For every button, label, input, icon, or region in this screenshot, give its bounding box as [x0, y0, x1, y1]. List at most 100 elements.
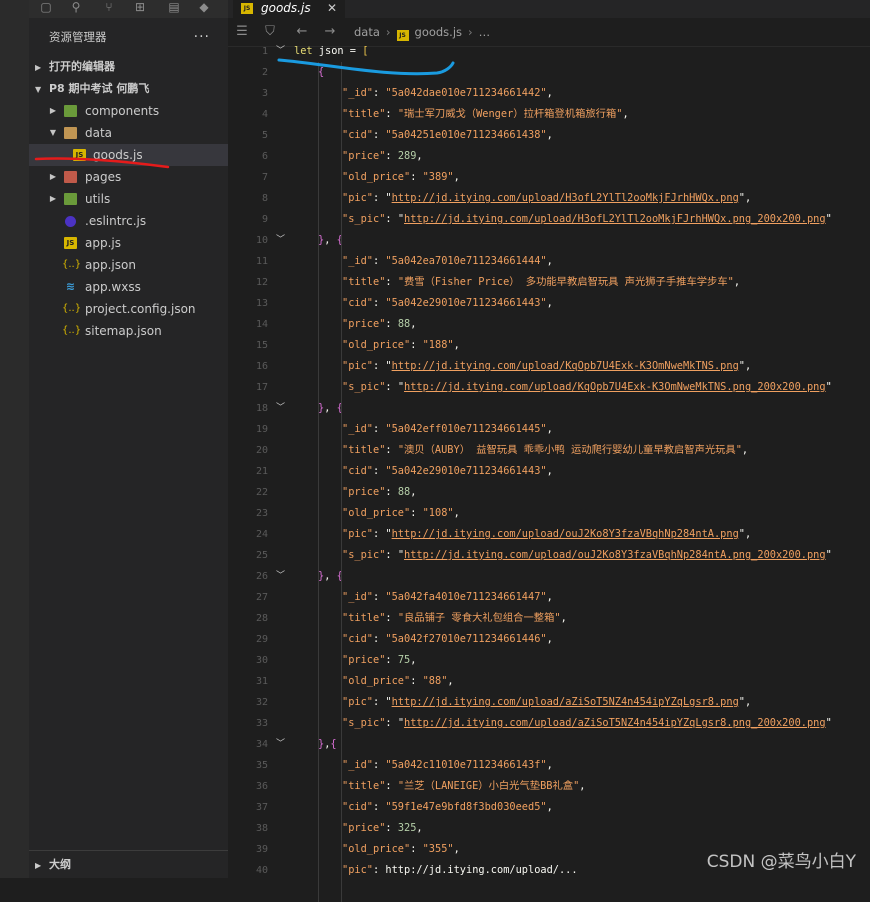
code-line[interactable]: 29 "cid": "5a042f27010e711234661446",: [228, 629, 870, 650]
line-number: 9: [261, 214, 268, 225]
code-text: "pic": "http://jd.itying.com/upload/H3of…: [342, 192, 752, 204]
docker-icon[interactable]: ◆: [197, 0, 211, 14]
project-section[interactable]: ▼ P8 期中考试 何鹏飞: [29, 78, 228, 100]
explorer-panel: ▢ ⚲ ⑂ ⊞ ▤ ◆ 资源管理器 ··· ▶ 打开的编辑器 ▼ P8 期中考试 何…: [29, 0, 228, 878]
code-line[interactable]: 28 "title": "良品铺子 零食大礼包组合一整箱",: [228, 608, 870, 629]
line-number: 14: [255, 319, 268, 330]
tree-item-project-config[interactable]: {..} project.config.json: [29, 298, 228, 320]
code-text: "cid": "5a04251e010e711234661438",: [342, 129, 553, 141]
tree-item-label: .eslintrc.js: [85, 214, 147, 228]
explorer-title: 资源管理器: [49, 30, 107, 44]
outline-section[interactable]: ▶ 大纲: [29, 850, 228, 878]
more-actions-icon[interactable]: ···: [194, 18, 210, 56]
code-line[interactable]: 38 "price": 325,: [228, 818, 870, 839]
forward-arrow-icon[interactable]: →: [322, 24, 338, 40]
code-text: "title": "良品铺子 零食大礼包组合一整箱",: [342, 612, 567, 624]
line-number: 1: [261, 46, 268, 57]
code-line[interactable]: 24 "pic": "http://jd.itying.com/upload/ou…: [228, 524, 870, 545]
code-line[interactable]: 34 ﹀},{: [228, 734, 870, 755]
code-line[interactable]: 18 ﹀}, {: [228, 398, 870, 419]
line-number: 8: [261, 193, 268, 204]
code-line[interactable]: 11 "_id": "5a042ea7010e711234661444",: [228, 251, 870, 272]
code-text: "title": "兰芝（LANEIGE）小白光气垫BB礼盒",: [342, 780, 586, 792]
code-line[interactable]: 21 "cid": "5a042e29010e711234661443",: [228, 461, 870, 482]
code-line[interactable]: 26 ﹀}, {: [228, 566, 870, 587]
bookmark-icon[interactable]: ⛉: [262, 24, 278, 40]
project-label: P8 期中考试 何鹏飞: [49, 82, 150, 95]
fold-chevron-icon[interactable]: ﹀: [276, 566, 285, 587]
code-text: "cid": "5a042e29010e711234661443",: [342, 297, 553, 309]
tree-item-utils[interactable]: ▶ utils: [29, 188, 228, 210]
code-line[interactable]: 9 "s_pic": "http://jd.itying.com/upload/H…: [228, 209, 870, 230]
code-line[interactable]: 35 "_id": "5a042c11010e71123466143f",: [228, 755, 870, 776]
code-line[interactable]: 12 "title": "费雪（Fisher Price） 多功能早教启智玩具 声…: [228, 272, 870, 293]
code-line[interactable]: 37 "cid": "59f1e47e9bfd8f3bd030eed5",: [228, 797, 870, 818]
breadcrumb-more[interactable]: …: [479, 25, 491, 39]
breadcrumb-folder[interactable]: data: [354, 25, 380, 39]
tree-item-app-json[interactable]: {..} app.json: [29, 254, 228, 276]
fold-chevron-icon[interactable]: ﹀: [276, 230, 285, 251]
search-icon[interactable]: ⚲: [69, 0, 83, 14]
code-line[interactable]: 7 "old_price": "389",: [228, 167, 870, 188]
back-arrow-icon[interactable]: ←: [294, 24, 310, 40]
extensions-icon[interactable]: ⊞: [133, 0, 147, 14]
tree-item-components[interactable]: ▶ components: [29, 100, 228, 122]
source-control-icon[interactable]: ⑂: [102, 0, 116, 14]
code-line[interactable]: 15 "old_price": "188",: [228, 335, 870, 356]
tab-goods-js[interactable]: JS goods.js ✕: [233, 0, 345, 18]
open-editors-section[interactable]: ▶ 打开的编辑器: [29, 56, 228, 78]
code-line[interactable]: 17 "s_pic": "http://jd.itying.com/upload/…: [228, 377, 870, 398]
code-line[interactable]: 4 "title": "瑞士军刀威戈（Wenger）拉杆箱登机箱旅行箱",: [228, 104, 870, 125]
code-text: "s_pic": "http://jd.itying.com/upload/H3…: [342, 213, 832, 225]
tree-item-label: sitemap.json: [85, 324, 162, 338]
outline-label: 大纲: [49, 858, 71, 871]
code-line[interactable]: 32 "pic": "http://jd.itying.com/upload/aZ…: [228, 692, 870, 713]
code-line[interactable]: 31 "old_price": "88",: [228, 671, 870, 692]
code-line[interactable]: 25 "s_pic": "http://jd.itying.com/upload/…: [228, 545, 870, 566]
code-line[interactable]: 13 "cid": "5a042e29010e711234661443",: [228, 293, 870, 314]
code-line[interactable]: 19 "_id": "5a042eff010e711234661445",: [228, 419, 870, 440]
code-text: "price": 88,: [342, 486, 417, 498]
fold-chevron-icon[interactable]: ﹀: [276, 734, 285, 755]
list-icon[interactable]: ☰: [234, 24, 250, 40]
code-line[interactable]: 5 "cid": "5a04251e010e711234661438",: [228, 125, 870, 146]
tree-item-label: data: [85, 126, 113, 140]
code-line[interactable]: 20 "title": "澳贝（AUBY） 益智玩具 乖乖小鸭 运动爬行婴幼儿童早…: [228, 440, 870, 461]
line-number: 38: [255, 823, 268, 834]
code-line[interactable]: 23 "old_price": "108",: [228, 503, 870, 524]
code-line[interactable]: 14 "price": 88,: [228, 314, 870, 335]
remote-icon[interactable]: ▤: [167, 0, 181, 14]
code-text: "price": 75,: [342, 654, 417, 666]
line-number: 32: [255, 697, 268, 708]
json-file-icon: {..}: [62, 303, 82, 314]
code-line[interactable]: 16 "pic": "http://jd.itying.com/upload/Kq…: [228, 356, 870, 377]
tree-item-label: components: [85, 104, 160, 118]
tab-title: goods.js: [261, 1, 311, 15]
fold-chevron-icon[interactable]: ﹀: [276, 398, 285, 419]
code-line[interactable]: 33 "s_pic": "http://jd.itying.com/upload/…: [228, 713, 870, 734]
code-line[interactable]: 10 ﹀}, {: [228, 230, 870, 251]
code-line[interactable]: 30 "price": 75,: [228, 650, 870, 671]
line-number: 15: [255, 340, 268, 351]
code-line[interactable]: 22 "price": 88,: [228, 482, 870, 503]
code-line[interactable]: 8 "pic": "http://jd.itying.com/upload/H3o…: [228, 188, 870, 209]
line-number: 2: [261, 67, 268, 78]
js-file-icon: JS: [396, 30, 409, 41]
code-text: "old_price": "355",: [342, 843, 460, 855]
code-line[interactable]: 6 "price": 289,: [228, 146, 870, 167]
code-line[interactable]: 27 "_id": "5a042fa4010e711234661447",: [228, 587, 870, 608]
code-text: "old_price": "88",: [342, 675, 454, 687]
breadcrumb-file[interactable]: goods.js: [415, 25, 463, 39]
code-line[interactable]: 36 "title": "兰芝（LANEIGE）小白光气垫BB礼盒",: [228, 776, 870, 797]
tree-item-sitemap[interactable]: {..} sitemap.json: [29, 320, 228, 342]
code-text: "s_pic": "http://jd.itying.com/upload/Kq…: [342, 381, 832, 393]
tree-item-app-wxss[interactable]: ≋ app.wxss: [29, 276, 228, 298]
tree-item-eslintrc[interactable]: .eslintrc.js: [29, 210, 228, 232]
line-number: 23: [255, 508, 268, 519]
close-icon[interactable]: ✕: [327, 0, 337, 16]
files-icon[interactable]: ▢: [39, 0, 53, 14]
tree-item-app-js[interactable]: JS app.js: [29, 232, 228, 254]
line-number: 22: [255, 487, 268, 498]
code-line[interactable]: 3 "_id": "5a042dae010e711234661442",: [228, 83, 870, 104]
tree-item-data[interactable]: ▼ data: [29, 122, 228, 144]
